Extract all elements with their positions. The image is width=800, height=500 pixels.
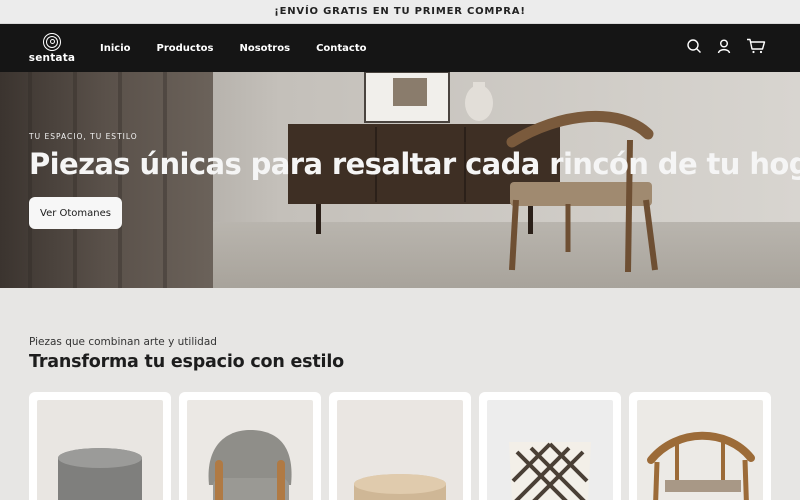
hero-text-block: TU ESPACIO, TU ESTILO Piezas únicas para… xyxy=(29,132,800,181)
menu-item-nosotros[interactable]: Nosotros xyxy=(239,43,290,54)
product-card[interactable] xyxy=(29,392,171,500)
product-image-gray-ottoman xyxy=(37,400,163,500)
hero-kicker: TU ESPACIO, TU ESTILO xyxy=(29,132,138,141)
main-menu: Inicio Productos Nosotros Contacto xyxy=(100,43,367,54)
product-grid xyxy=(29,392,771,500)
menu-item-productos[interactable]: Productos xyxy=(157,43,214,54)
product-image-wooden-chair xyxy=(637,400,763,500)
announcement-bar: ¡ENVÍO GRATIS EN TU PRIMER COMPRA! xyxy=(0,0,800,24)
search-icon[interactable] xyxy=(686,38,702,58)
ver-otomanes-button[interactable]: Ver Otomanes xyxy=(29,197,122,229)
product-card[interactable] xyxy=(329,392,471,500)
announcement-text: ¡ENVÍO GRATIS EN TU PRIMER COMPRA! xyxy=(274,6,526,17)
user-icon[interactable] xyxy=(716,38,732,58)
logo-mark-icon xyxy=(43,32,61,51)
product-card[interactable] xyxy=(179,392,321,500)
product-card[interactable] xyxy=(629,392,771,500)
collection-title: Transforma tu espacio con estilo xyxy=(29,352,344,372)
header-actions xyxy=(686,38,766,58)
cart-icon[interactable] xyxy=(746,38,766,58)
logo-text: sentata xyxy=(28,51,76,64)
main-header: sentata Inicio Productos Nosotros Contac… xyxy=(0,24,800,72)
logo[interactable]: sentata xyxy=(28,32,76,64)
product-image-patterned-cushion xyxy=(487,400,613,500)
hero-banner: TU ESPACIO, TU ESTILO Piezas únicas para… xyxy=(0,72,800,288)
product-card[interactable] xyxy=(479,392,621,500)
collection-section: Piezas que combinan arte y utilidad Tran… xyxy=(0,288,800,500)
collection-subtitle: Piezas que combinan arte y utilidad xyxy=(29,336,217,348)
product-image-beige-ottoman xyxy=(337,400,463,500)
product-image-gray-armchair xyxy=(187,400,313,500)
menu-item-contacto[interactable]: Contacto xyxy=(316,43,366,54)
menu-item-inicio[interactable]: Inicio xyxy=(100,43,131,54)
hero-title: Piezas únicas para resaltar cada rincón … xyxy=(29,147,800,181)
